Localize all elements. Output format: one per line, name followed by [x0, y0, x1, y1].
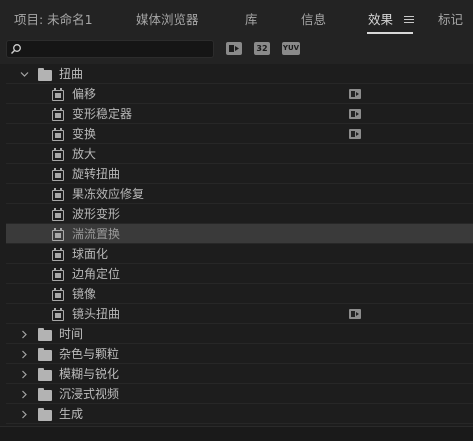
- effect-icon: [52, 248, 64, 261]
- effect-item-warp-stabilizer[interactable]: 变形稳定器: [6, 104, 473, 124]
- effect-item-spherize[interactable]: 球面化: [6, 244, 473, 264]
- effect-icon: [52, 288, 64, 301]
- chevron-down-icon[interactable]: [20, 70, 29, 79]
- effects-toolbar: 32 YUV: [0, 34, 473, 64]
- tab-project[interactable]: 项目: 未命名1: [14, 0, 93, 34]
- tab-markers[interactable]: 标记: [438, 0, 463, 34]
- folder-noise-grain[interactable]: 杂色与颗粒: [6, 344, 473, 364]
- effect-icon: [52, 88, 64, 101]
- chevron-right-icon[interactable]: [20, 350, 29, 359]
- gpu-accelerated-icon: [349, 129, 361, 139]
- search-icon: [11, 44, 21, 54]
- folder-icon: [38, 388, 52, 401]
- effect-icon: [52, 228, 64, 241]
- tab-libraries[interactable]: 库: [245, 0, 258, 34]
- effect-item-wave-warp[interactable]: 波形变形: [6, 204, 473, 224]
- effect-item-corner-pin[interactable]: 边角定位: [6, 264, 473, 284]
- effect-icon: [52, 128, 64, 141]
- folder-label: 时间: [59, 327, 84, 341]
- effect-label: 变形稳定器: [72, 107, 133, 121]
- effect-icon: [52, 268, 64, 281]
- effect-icon: [52, 168, 64, 181]
- gpu-accelerated-icon: [349, 109, 361, 119]
- yuv-effects-filter-button[interactable]: YUV: [282, 42, 300, 55]
- folder-icon: [38, 408, 52, 421]
- effect-item-offset[interactable]: 偏移: [6, 84, 473, 104]
- chevron-right-icon[interactable]: [20, 390, 29, 399]
- effect-label: 球面化: [72, 247, 109, 261]
- effect-item-lens-distortion[interactable]: 镜头扭曲: [6, 304, 473, 324]
- folder-icon: [38, 328, 52, 341]
- accelerated-effects-icon: [229, 45, 239, 52]
- folder-blur-sharpen[interactable]: 模糊与锐化: [6, 364, 473, 384]
- chevron-right-icon[interactable]: [20, 330, 29, 339]
- folder-generate[interactable]: 生成: [6, 404, 473, 424]
- search-input[interactable]: [25, 41, 210, 57]
- gpu-accelerated-icon: [349, 309, 361, 319]
- effect-label: 放大: [72, 147, 97, 161]
- effect-label: 果冻效应修复: [72, 187, 145, 201]
- search-box[interactable]: [6, 40, 214, 58]
- effect-label: 偏移: [72, 87, 97, 101]
- folder-label: 生成: [59, 407, 84, 421]
- folder-immersive-video[interactable]: 沉浸式视频: [6, 384, 473, 404]
- chevron-right-icon[interactable]: [20, 370, 29, 379]
- panel-tab-bar: 项目: 未命名1 媒体浏览器 库 信息 效果 标记: [0, 0, 473, 34]
- folder-distort[interactable]: 扭曲: [6, 64, 473, 84]
- tab-info[interactable]: 信息: [301, 0, 326, 34]
- effect-icon: [52, 188, 64, 201]
- effect-icon: [52, 148, 64, 161]
- effect-icon: [52, 308, 64, 321]
- folder-time[interactable]: 时间: [6, 324, 473, 344]
- effect-label: 旋转扭曲: [72, 167, 121, 181]
- effects-tree: 扭曲 偏移 变形稳定器 变换 放大 旋转扭曲 果冻效应修复 波形变形 湍流置换 …: [6, 64, 473, 426]
- effect-item-transform[interactable]: 变换: [6, 124, 473, 144]
- folder-icon: [38, 68, 52, 81]
- 32bit-color-filter-button[interactable]: 32: [254, 42, 270, 55]
- effect-item-magnify[interactable]: 放大: [6, 144, 473, 164]
- tab-media-browser[interactable]: 媒体浏览器: [136, 0, 199, 34]
- folder-label: 沉浸式视频: [59, 387, 120, 401]
- accelerated-effects-filter-button[interactable]: [226, 42, 242, 55]
- effect-label: 湍流置换: [72, 227, 121, 241]
- effect-label: 镜头扭曲: [72, 307, 121, 321]
- effect-item-rolling-shutter-repair[interactable]: 果冻效应修复: [6, 184, 473, 204]
- gpu-accelerated-icon: [349, 89, 361, 99]
- effect-item-mirror[interactable]: 镜像: [6, 284, 473, 304]
- tab-effects[interactable]: 效果: [368, 0, 393, 34]
- effect-label: 波形变形: [72, 207, 121, 221]
- effect-item-twirl[interactable]: 旋转扭曲: [6, 164, 473, 184]
- panel-menu-icon[interactable]: [404, 16, 414, 24]
- chevron-right-icon[interactable]: [20, 410, 29, 419]
- folder-label: 杂色与颗粒: [59, 347, 120, 361]
- effect-label: 边角定位: [72, 267, 121, 281]
- effect-icon: [52, 208, 64, 221]
- folder-label: 扭曲: [59, 67, 84, 81]
- effect-item-turbulent-displace[interactable]: 湍流置换: [6, 224, 473, 244]
- effect-icon: [52, 108, 64, 121]
- folder-icon: [38, 348, 52, 361]
- effect-label: 镜像: [72, 287, 97, 301]
- folder-icon: [38, 368, 52, 381]
- effect-label: 变换: [72, 127, 97, 141]
- panel-bottom-bar: [0, 426, 473, 441]
- folder-label: 模糊与锐化: [59, 367, 120, 381]
